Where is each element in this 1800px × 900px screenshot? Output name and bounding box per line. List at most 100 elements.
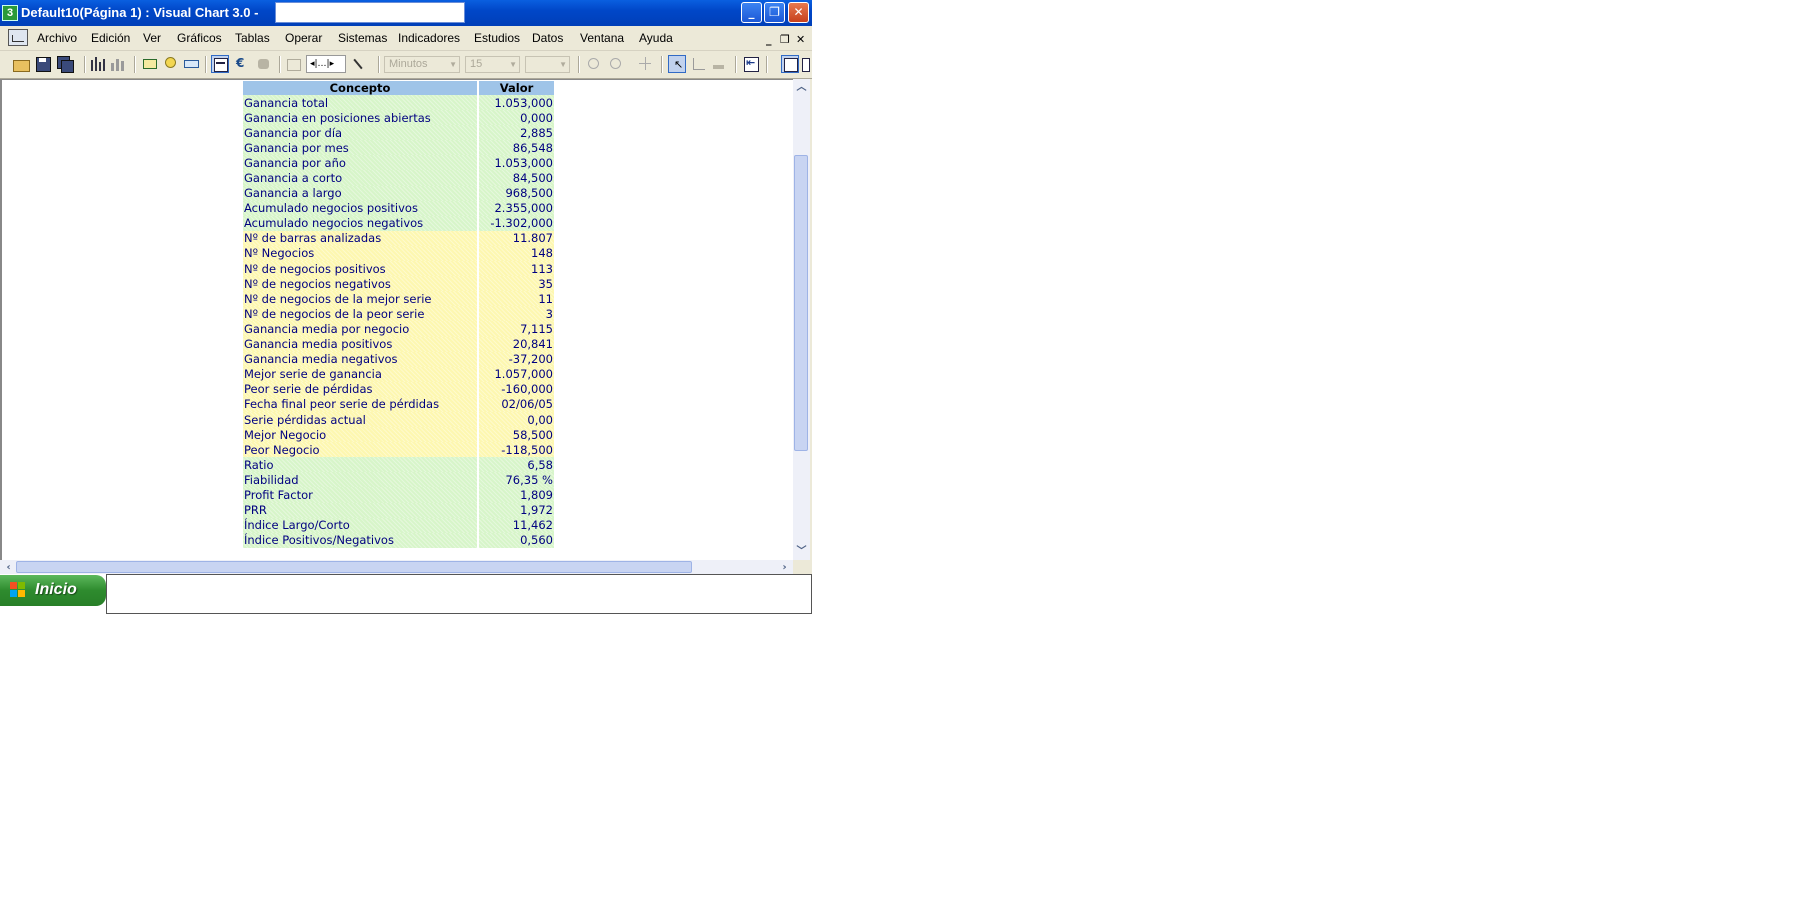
menu-tablas[interactable]: Tablas: [235, 31, 270, 45]
table-row[interactable]: Serie pérdidas actual 0,00: [243, 411, 554, 428]
chart-document-icon[interactable]: [8, 29, 28, 46]
title-input-field[interactable]: [275, 2, 465, 23]
app-icon[interactable]: 3: [2, 5, 18, 21]
table-row[interactable]: Ganancia total 1.053,000: [243, 95, 554, 111]
period-combo[interactable]: Minutos ▼: [384, 56, 460, 73]
volume-chart-icon[interactable]: [109, 55, 127, 73]
mdi-close-button[interactable]: ✕: [796, 33, 805, 46]
menu-operar[interactable]: Operar: [285, 31, 322, 45]
currency-icon[interactable]: €: [233, 55, 251, 73]
vertical-scroll-thumb[interactable]: [794, 155, 808, 451]
table-row[interactable]: Ganancia en posiciones abiertas 0,000: [243, 110, 554, 126]
save-all-icon[interactable]: [56, 55, 74, 73]
table-row[interactable]: Peor serie de pérdidas -160,000: [243, 381, 554, 397]
table-row[interactable]: Índice Largo/Corto 11,462: [243, 517, 554, 533]
table-row[interactable]: Ganancia media por negocio 7,115: [243, 321, 554, 337]
overflow-icon[interactable]: [801, 55, 811, 73]
table-row[interactable]: Ganancia por mes 86,548: [243, 140, 554, 156]
scroll-down-icon[interactable]: ﹀: [793, 543, 810, 560]
horizontal-scroll-thumb[interactable]: [16, 561, 692, 573]
scroll-range-icon[interactable]: ◂|…|▸: [306, 55, 346, 73]
menu-edicion[interactable]: Edición: [91, 31, 130, 45]
open-folder-icon[interactable]: [12, 55, 30, 73]
horizontal-scrollbar[interactable]: ‹ ›: [0, 560, 793, 574]
table-row[interactable]: Ganancia por día 2,885: [243, 125, 554, 141]
header-concepto[interactable]: Concepto: [243, 81, 477, 95]
concept-cell: Ganancia a largo: [243, 185, 477, 201]
hand-icon[interactable]: [255, 55, 273, 73]
menu-datos[interactable]: Datos: [532, 31, 563, 45]
taskbar-window-field[interactable]: [106, 574, 812, 614]
pointer-icon[interactable]: ↖: [668, 55, 686, 73]
title-bar[interactable]: 3 Default10(Página 1) : Visual Chart 3.0…: [0, 0, 812, 26]
scroll-up-icon[interactable]: ︿: [793, 79, 810, 96]
table-row[interactable]: Mejor Negocio 58,500: [243, 427, 554, 443]
value-cell: 86,548: [479, 140, 554, 156]
save-icon[interactable]: [34, 55, 52, 73]
table-row[interactable]: Nº de negocios de la mejor serie 11: [243, 291, 554, 307]
table-row[interactable]: Ganancia media positivos 20,841: [243, 336, 554, 352]
mdi-restore-button[interactable]: ❐: [780, 33, 790, 46]
table-row[interactable]: Nº de negocios de la peor serie 3: [243, 306, 554, 322]
menu-ver[interactable]: Ver: [143, 31, 161, 45]
restore-button[interactable]: ❐: [764, 2, 785, 23]
table-row[interactable]: Peor Negocio -118,500: [243, 442, 554, 458]
table-row[interactable]: Nº de barras analizadas 11.807: [243, 230, 554, 246]
close-button[interactable]: ✕: [788, 2, 809, 23]
table-row[interactable]: Nº Negocios 148: [243, 245, 554, 262]
table-row[interactable]: Índice Positivos/Negativos 0,560: [243, 532, 554, 548]
menu-sistemas[interactable]: Sistemas: [338, 31, 387, 45]
crosshair-icon[interactable]: [636, 55, 654, 73]
table-row[interactable]: PRR 1,972: [243, 502, 554, 518]
indicator-list-icon[interactable]: [182, 55, 200, 73]
table-row[interactable]: Nº de negocios negativos 35: [243, 276, 554, 292]
mdi-minimize-button[interactable]: _: [766, 33, 772, 46]
header-valor[interactable]: Valor: [479, 81, 554, 95]
table-row[interactable]: Acumulado negocios negativos -1.302,000: [243, 215, 554, 231]
interval-combo[interactable]: 15 ▼: [465, 56, 520, 73]
menu-indicadores[interactable]: Indicadores: [398, 31, 460, 45]
value-cell: 35: [479, 276, 554, 292]
concept-cell: Peor Negocio: [243, 442, 477, 458]
zoom-in-icon[interactable]: [585, 55, 603, 73]
indicator-edit-icon[interactable]: [161, 55, 179, 73]
bar-chart-icon[interactable]: [89, 55, 107, 73]
table-row[interactable]: Ganancia a largo 968,500: [243, 185, 554, 201]
back-arrow-icon[interactable]: ⇤: [742, 55, 760, 73]
menu-bar: Archivo Edición Ver Gráficos Tablas Oper…: [0, 26, 812, 51]
table-row[interactable]: Fiabilidad 76,35 %: [243, 472, 554, 488]
chevron-down-icon: ▼: [559, 60, 567, 69]
minimize-button[interactable]: _: [741, 2, 762, 23]
draw-line-icon[interactable]: [353, 55, 371, 73]
table-row[interactable]: Ganancia por año 1.053,000: [243, 155, 554, 171]
zoom-out-icon[interactable]: [607, 55, 625, 73]
trend-line-icon[interactable]: [690, 55, 708, 73]
concept-cell: Acumulado negocios positivos: [243, 200, 477, 216]
value-cell: 58,500: [479, 427, 554, 443]
table-row[interactable]: Acumulado negocios positivos 2.355,000: [243, 200, 554, 216]
menu-estudios[interactable]: Estudios: [474, 31, 520, 45]
table-row[interactable]: Mejor serie de ganancia 1.057,000: [243, 366, 554, 382]
results-document[interactable]: Concepto Valor Ganancia total 1.053,000 Ga…: [0, 79, 793, 560]
table-row[interactable]: Ganancia a corto 84,500: [243, 170, 554, 186]
table-row[interactable]: Ganancia media negativos -37,200: [243, 351, 554, 367]
menu-graficos[interactable]: Gráficos: [177, 31, 222, 45]
menu-ayuda[interactable]: Ayuda: [639, 31, 673, 45]
value-cell: 02/06/05: [479, 396, 554, 412]
extra-combo[interactable]: ▼: [525, 56, 570, 73]
start-button[interactable]: Inicio: [0, 575, 106, 606]
scroll-corner: [793, 560, 810, 574]
value-cell: 7,115: [479, 321, 554, 337]
menu-ventana[interactable]: Ventana: [580, 31, 624, 45]
table-row[interactable]: Ratio 6,58: [243, 457, 554, 473]
table-row[interactable]: Fecha final peor serie de pérdidas 02/06/…: [243, 396, 554, 412]
channel-icon[interactable]: [710, 55, 728, 73]
vertical-scrollbar[interactable]: ︿ ﹀: [793, 79, 810, 560]
table-view-icon[interactable]: [211, 55, 229, 73]
window-layout-icon[interactable]: [781, 55, 799, 73]
table-row[interactable]: Profit Factor 1,809: [243, 487, 554, 503]
indicator-add-icon[interactable]: [141, 55, 159, 73]
concept-cell: Profit Factor: [243, 487, 477, 503]
table-row[interactable]: Nº de negocios positivos 113: [243, 261, 554, 277]
menu-archivo[interactable]: Archivo: [37, 31, 77, 45]
